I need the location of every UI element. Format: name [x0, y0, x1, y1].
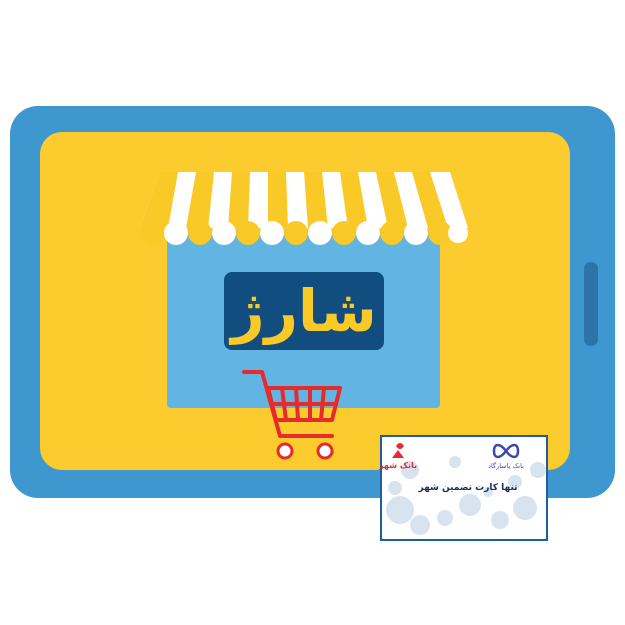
bank-card: بانک شهر بانک پاسارگاد تنها کارت تضمین ش…	[378, 435, 548, 541]
partner-logo-text: بانک پاسارگاد	[488, 462, 524, 470]
tablet-side-button	[584, 262, 598, 346]
bank-shahr-logo-text: بانک شهر	[378, 461, 417, 470]
illustration: شارژ بانک شهر بانک پاسارگاد تنها کارت تض…	[0, 0, 625, 625]
shop-awning	[140, 172, 468, 245]
shop-sign-text: شارژ	[228, 277, 377, 345]
card-title: تنها کارت تضمین شهر	[417, 483, 517, 493]
illustration-canvas: شارژ بانک شهر بانک پاسارگاد تنها کارت تض…	[10, 106, 615, 541]
